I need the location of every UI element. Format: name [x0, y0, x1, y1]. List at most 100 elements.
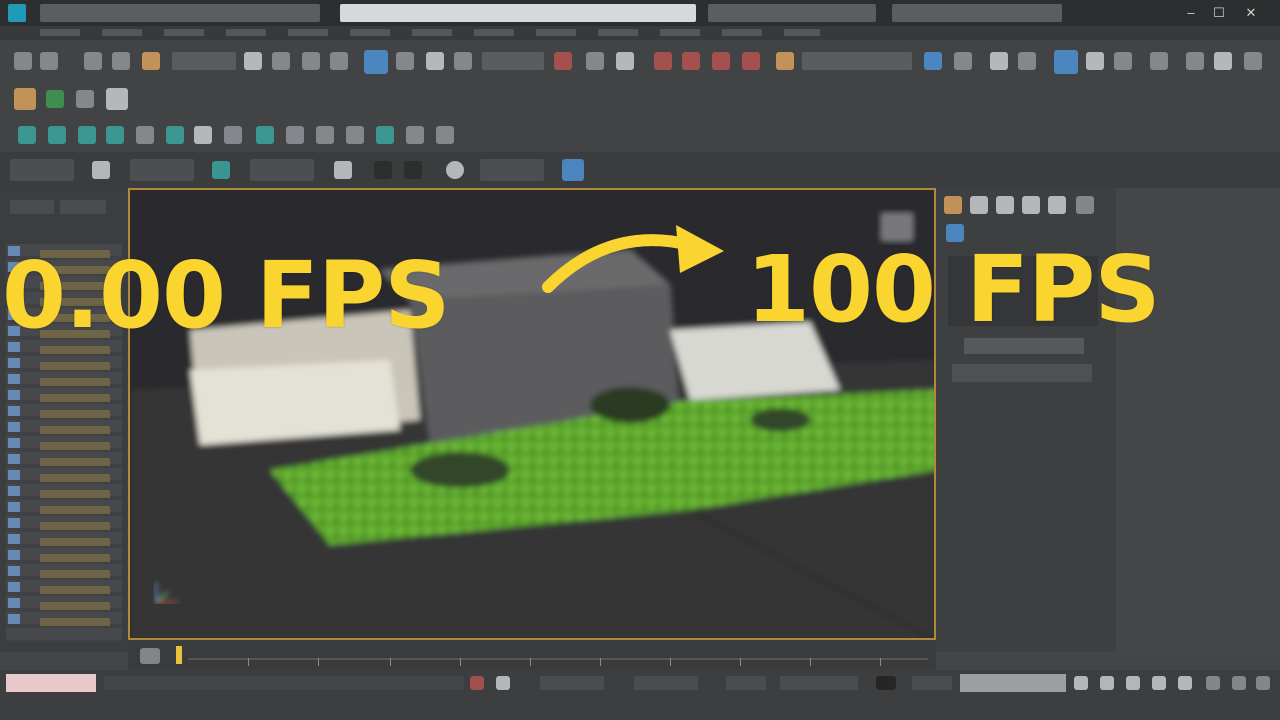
x-coordinate-field[interactable]: [540, 676, 604, 690]
absolute-mode-icon[interactable]: [496, 676, 510, 690]
time-tag-icon[interactable]: [876, 676, 896, 690]
go-to-end-icon[interactable]: [1178, 676, 1192, 690]
redo-icon[interactable]: [40, 52, 58, 70]
ribbon-icon-3[interactable]: [334, 161, 352, 179]
quick-access-toolbar[interactable]: [40, 4, 320, 22]
move-icon[interactable]: [364, 50, 388, 74]
percent-snap-icon[interactable]: [712, 52, 730, 70]
box-icon[interactable]: [136, 126, 154, 144]
time-config-icon[interactable]: [140, 648, 160, 664]
named-selection-dropdown[interactable]: [802, 52, 912, 70]
lock-selection-icon[interactable]: [470, 676, 484, 690]
timeline[interactable]: [128, 640, 936, 670]
close-icon[interactable]: ✕: [1240, 3, 1262, 23]
zoom-icon[interactable]: [1206, 676, 1220, 690]
next-frame-icon[interactable]: [1152, 676, 1166, 690]
ribbon-icon-5[interactable]: [404, 161, 422, 179]
snaps-toggle-icon[interactable]: [654, 52, 672, 70]
wand-icon[interactable]: [106, 126, 124, 144]
teapot-icon[interactable]: [376, 126, 394, 144]
pan-icon[interactable]: [1232, 676, 1246, 690]
ribbon-icon-4[interactable]: [374, 161, 392, 179]
ribbon-icon-6[interactable]: [446, 161, 464, 179]
scene-explorer-tab-1[interactable]: [10, 200, 54, 214]
geosphere-icon[interactable]: [436, 126, 454, 144]
select-object-icon[interactable]: [244, 52, 262, 70]
curve-editor-icon[interactable]: [1054, 50, 1078, 74]
pin-icon[interactable]: [18, 126, 36, 144]
material-editor-icon[interactable]: [1114, 52, 1132, 70]
search-field[interactable]: [708, 4, 876, 22]
region-icon[interactable]: [302, 52, 320, 70]
bind-icon[interactable]: [142, 52, 160, 70]
scene-explorer-tab-2[interactable]: [60, 200, 106, 214]
plane-icon[interactable]: [406, 126, 424, 144]
link-icon[interactable]: [84, 52, 102, 70]
ribbon-icon-7[interactable]: [562, 159, 584, 181]
project-folder-icon[interactable]: [14, 88, 36, 110]
motion-tab-icon[interactable]: [1022, 196, 1040, 214]
parameter-field[interactable]: [952, 364, 1092, 382]
ribbon-button-3[interactable]: [250, 159, 314, 181]
render-in-cloud-icon[interactable]: [1244, 52, 1262, 70]
spinner-snap-icon[interactable]: [742, 52, 760, 70]
scale-icon[interactable]: [426, 52, 444, 70]
pivot-icon[interactable]: [554, 52, 572, 70]
cone-icon[interactable]: [316, 126, 334, 144]
selection-filter-dropdown[interactable]: [172, 52, 236, 70]
previous-frame-icon[interactable]: [1100, 676, 1114, 690]
render-production-icon[interactable]: [1214, 52, 1232, 70]
orbit-icon[interactable]: [1256, 676, 1270, 690]
play-icon[interactable]: [1126, 676, 1140, 690]
mirror-icon[interactable]: [924, 52, 942, 70]
bottle-icon[interactable]: [166, 126, 184, 144]
hierarchy-tab-icon[interactable]: [996, 196, 1014, 214]
unlink-icon[interactable]: [112, 52, 130, 70]
ribbon-button-4[interactable]: [480, 159, 544, 181]
select-by-name-icon[interactable]: [272, 52, 290, 70]
placement-icon[interactable]: [454, 52, 472, 70]
undo-icon[interactable]: [14, 52, 32, 70]
auto-key-button[interactable]: [912, 676, 952, 690]
ribbon-icon-2[interactable]: [212, 161, 230, 179]
reference-coordinate-dropdown[interactable]: [482, 52, 544, 70]
utilities-tab-icon[interactable]: [1076, 196, 1094, 214]
mesh-icon[interactable]: [48, 126, 66, 144]
sphere-icon[interactable]: [224, 126, 242, 144]
create-tab-icon[interactable]: [944, 196, 962, 214]
brush-icon[interactable]: [76, 90, 94, 108]
tube-icon[interactable]: [286, 126, 304, 144]
paint-icon[interactable]: [78, 126, 96, 144]
edit-named-selection-icon[interactable]: [776, 52, 794, 70]
maximize-icon[interactable]: ☐: [1208, 3, 1230, 23]
display-tab-icon[interactable]: [1048, 196, 1066, 214]
y-coordinate-field[interactable]: [634, 676, 698, 690]
menu-items-blurred[interactable]: [40, 29, 820, 36]
go-to-start-icon[interactable]: [1074, 676, 1088, 690]
rotate-icon[interactable]: [396, 52, 414, 70]
account-field[interactable]: [892, 4, 1062, 22]
rendered-frame-window-icon[interactable]: [1186, 52, 1204, 70]
keyboard-shortcut-icon[interactable]: [616, 52, 634, 70]
z-coordinate-field[interactable]: [726, 676, 766, 690]
layer-explorer-icon[interactable]: [990, 52, 1008, 70]
minimize-icon[interactable]: –: [1180, 3, 1202, 23]
toggle-ribbon-icon[interactable]: [1018, 52, 1036, 70]
ribbon-button-1[interactable]: [10, 159, 74, 181]
maxscript-listener[interactable]: [6, 674, 96, 692]
select-manipulate-icon[interactable]: [586, 52, 604, 70]
ribbon-button-2[interactable]: [130, 159, 194, 181]
align-icon[interactable]: [954, 52, 972, 70]
window-crossing-icon[interactable]: [330, 52, 348, 70]
pyramid-icon[interactable]: [346, 126, 364, 144]
app-logo-icon[interactable]: [8, 4, 26, 22]
track-bar[interactable]: [188, 658, 928, 660]
modify-tab-icon[interactable]: [970, 196, 988, 214]
grid-icon[interactable]: [46, 90, 64, 108]
cylinder-icon[interactable]: [194, 126, 212, 144]
render-setup-icon[interactable]: [1150, 52, 1168, 70]
angle-snap-icon[interactable]: [682, 52, 700, 70]
torus-icon[interactable]: [256, 126, 274, 144]
viewport-layout-icon[interactable]: [106, 88, 128, 110]
ribbon-icon-1[interactable]: [92, 161, 110, 179]
